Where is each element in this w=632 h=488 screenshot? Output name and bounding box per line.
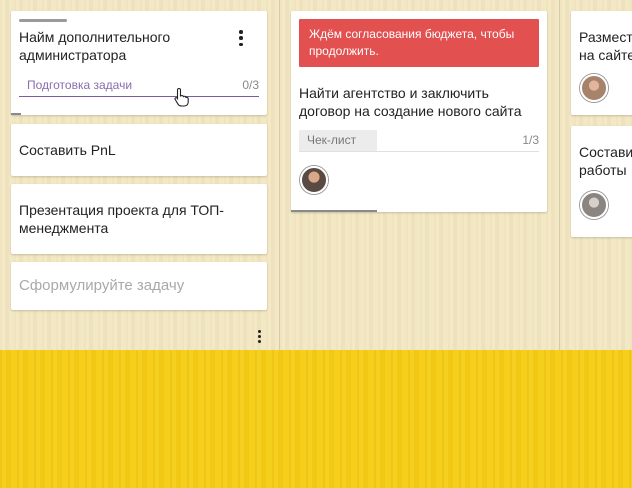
- task-card-agency[interactable]: Ждём согласования бюджета, чтобы продолж…: [291, 11, 547, 212]
- checklist-label: Подготовка задачи: [27, 78, 133, 92]
- task-card-compose[interactable]: Состави работы: [571, 126, 632, 237]
- column-more-vert-icon[interactable]: [257, 330, 261, 343]
- avatar-icon[interactable]: [580, 74, 608, 102]
- checklist-count: 0/3: [242, 78, 259, 92]
- new-task-input[interactable]: Сформулируйте задачу: [19, 277, 184, 294]
- task-card-place-site[interactable]: Размест на сайте: [571, 11, 632, 115]
- checklist-count: 1/3: [522, 133, 539, 147]
- checklist-label: Чек-лист: [307, 133, 357, 147]
- checklist-row[interactable]: Подготовка задачи 0/3: [19, 75, 259, 97]
- card-title: Найм дополнительного администратора: [19, 29, 171, 63]
- card-title: Размест на сайте: [579, 29, 632, 63]
- card-title: Найти агентство и заключить договор на с…: [299, 85, 522, 119]
- column-divider: [279, 0, 280, 350]
- checklist-underline: [19, 96, 259, 97]
- card-title: Составить PnL: [19, 142, 116, 158]
- more-vert-icon[interactable]: [239, 30, 243, 46]
- progress-bar: [291, 210, 377, 212]
- status-banner: Ждём согласования бюджета, чтобы продолж…: [299, 19, 539, 67]
- drag-handle[interactable]: [19, 19, 67, 22]
- checklist-row[interactable]: Чек-лист 1/3: [299, 130, 539, 152]
- checklist-underline: [299, 151, 539, 152]
- task-card-presentation[interactable]: Презентация проекта для ТОП-менеджмента: [11, 184, 267, 254]
- progress-bar: [11, 113, 21, 115]
- task-card-hire-admin[interactable]: Найм дополнительного администратора Подг…: [11, 11, 267, 115]
- hand-pointer-icon: [174, 87, 189, 107]
- new-task-card[interactable]: Сформулируйте задачу: [11, 262, 267, 310]
- card-title: Состави работы: [579, 144, 632, 178]
- board-floor: [0, 350, 632, 488]
- task-card-pnl[interactable]: Составить PnL: [11, 124, 267, 176]
- card-title: Презентация проекта для ТОП-менеджмента: [19, 202, 224, 236]
- avatar-icon[interactable]: [300, 166, 328, 194]
- column-divider: [559, 0, 560, 350]
- avatar-icon[interactable]: [580, 191, 608, 219]
